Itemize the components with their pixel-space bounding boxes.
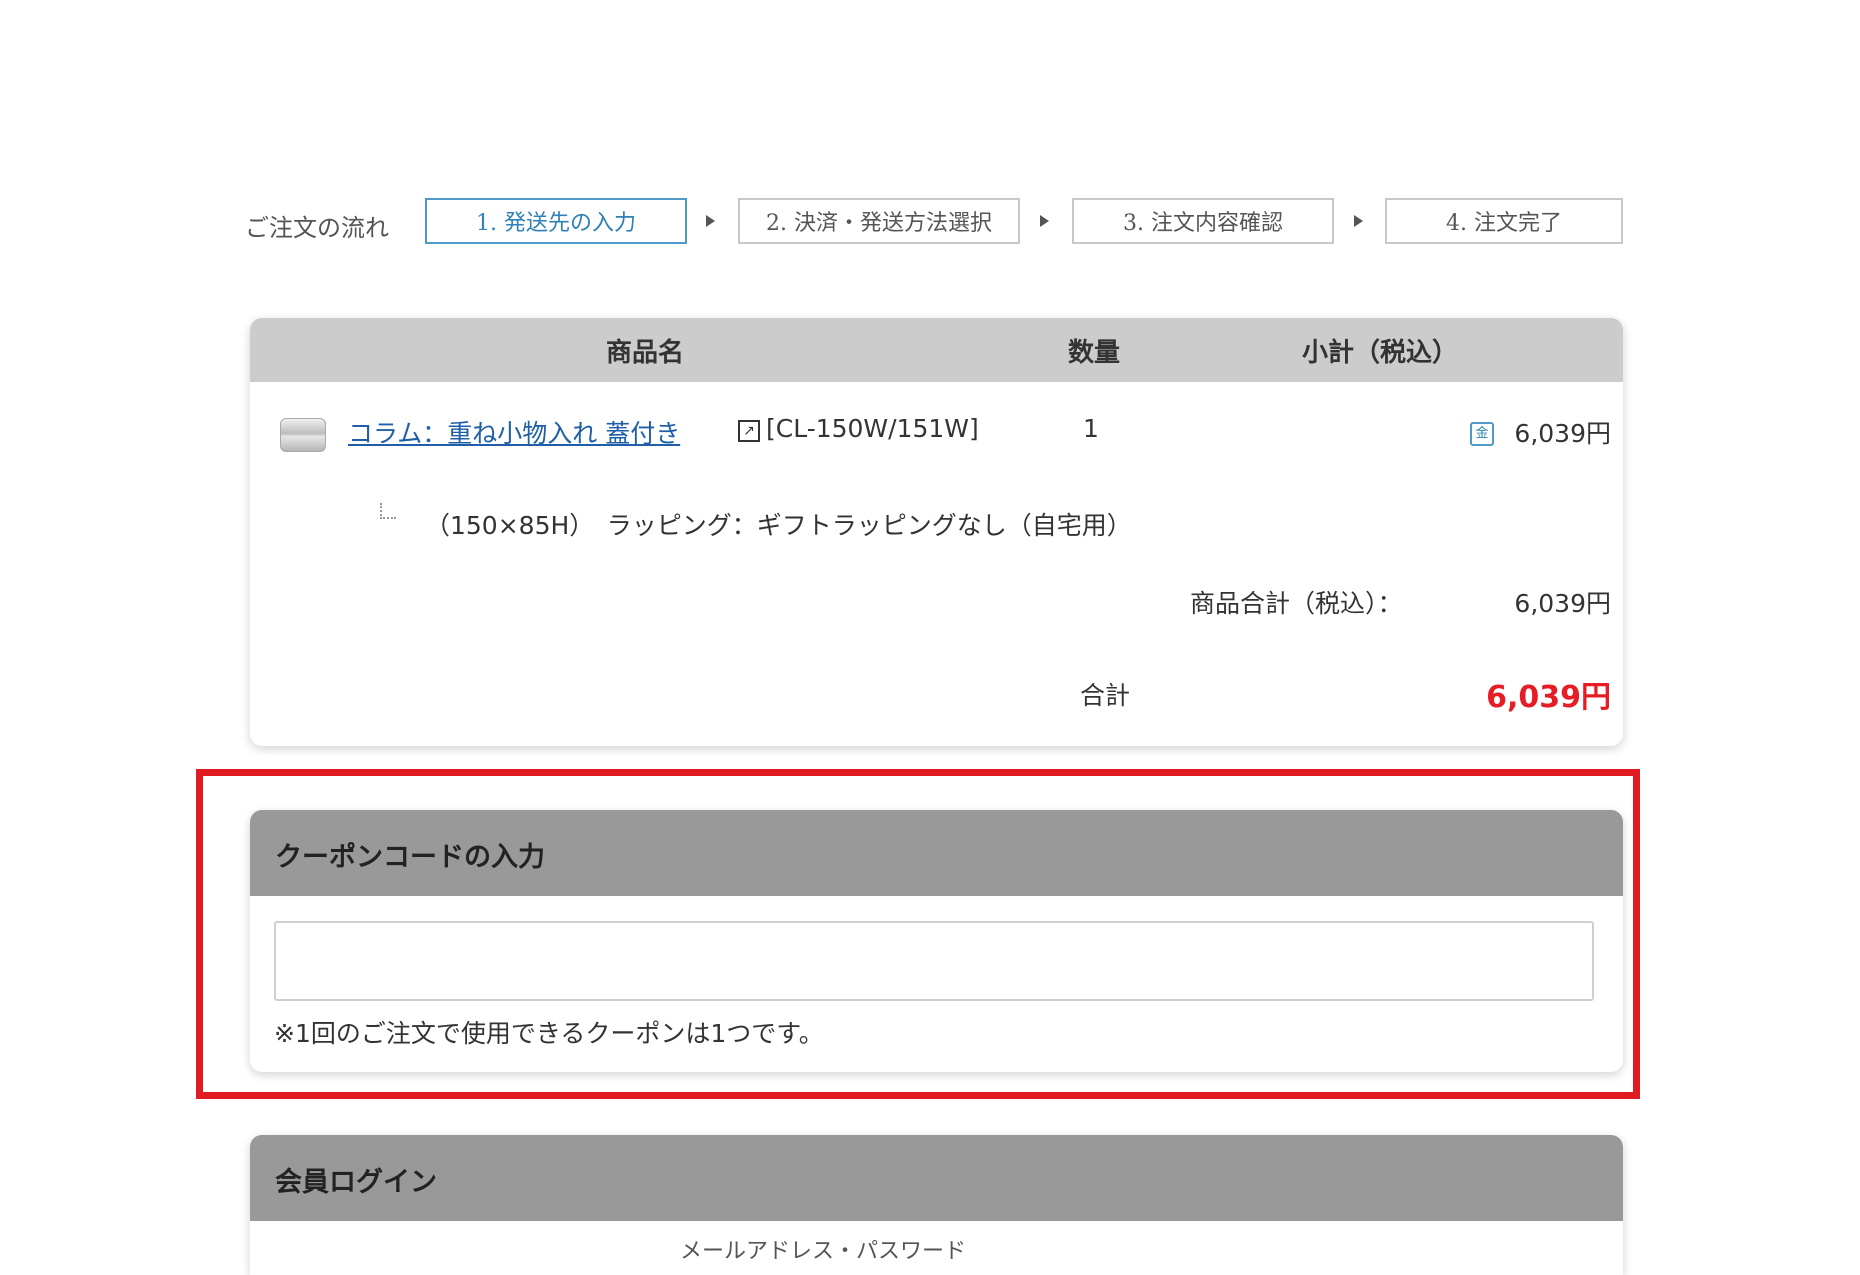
total-value: 6,039円 [1486, 680, 1611, 715]
order-flow-label: ご注文の流れ [245, 214, 389, 242]
cart-summary-card: 商品名 数量 小計（税込） コラム：重ね小物入れ 蓋付き ↗ [CL-150W/… [250, 318, 1623, 746]
product-quantity: 1 [1083, 414, 1099, 443]
step-2-payment-shipping: 2. 決済・発送方法選択 [738, 198, 1020, 244]
login-section-header [250, 1135, 1623, 1221]
login-partial-text: メールアドレス・パスワード [680, 1239, 967, 1264]
member-login-section: 会員ログイン メールアドレス・パスワード [250, 1135, 1623, 1275]
coin-icon: 金 [1470, 422, 1494, 446]
login-section-title: 会員ログイン [275, 1167, 437, 1198]
product-sku: [CL-150W/151W] [766, 414, 979, 443]
coupon-section-title: クーポンコードの入力 [275, 842, 545, 873]
step-arrow-icon [1040, 215, 1049, 227]
step-arrow-icon [706, 215, 715, 227]
product-name-link[interactable]: コラム：重ね小物入れ 蓋付き [348, 414, 680, 450]
external-link-icon[interactable]: ↗ [738, 420, 760, 442]
product-price: 6,039円 [1514, 419, 1611, 448]
header-subtotal: 小計（税込） [1302, 338, 1459, 368]
option-tree-icon [380, 503, 396, 519]
step-3-confirm-order: 3. 注文内容確認 [1072, 198, 1334, 244]
step-arrow-icon [1354, 215, 1363, 227]
coupon-note: ※1回のご注文で使用できるクーポンは1つです。 [274, 1019, 824, 1048]
header-product-name: 商品名 [606, 338, 685, 368]
product-thumbnail[interactable] [280, 418, 326, 452]
coupon-code-input[interactable] [274, 921, 1594, 1001]
coupon-section: クーポンコードの入力 ※1回のご注文で使用できるクーポンは1つです。 [250, 810, 1623, 1072]
product-option: （150×85H） ラッピング：ギフトラッピングなし（自宅用） [425, 511, 1132, 540]
total-label: 合計 [1080, 681, 1131, 710]
header-quantity: 数量 [1068, 338, 1121, 368]
subtotal-label: 商品合計（税込）： [1190, 589, 1403, 618]
subtotal-value: 6,039円 [1514, 589, 1611, 618]
step-1-shipping-address: 1. 発送先の入力 [425, 198, 687, 244]
step-4-order-complete: 4. 注文完了 [1385, 198, 1623, 244]
